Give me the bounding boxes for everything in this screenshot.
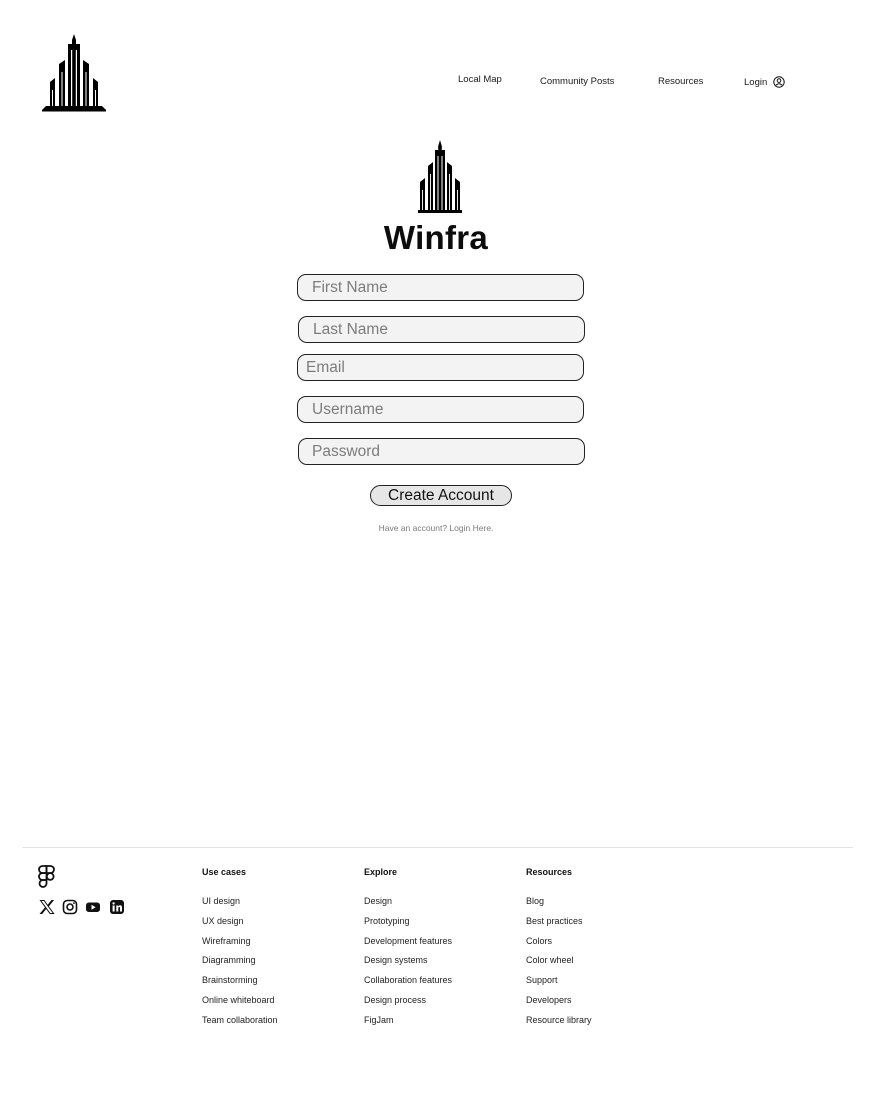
first-name-field[interactable] (297, 274, 584, 301)
brand-name: Winfra (383, 219, 489, 256)
youtube-icon[interactable] (85, 899, 101, 915)
username-field[interactable] (297, 396, 584, 423)
nav-login[interactable]: Login (744, 76, 785, 88)
footer-divider (22, 847, 853, 848)
skyscraper-logo-icon (418, 140, 462, 213)
footer-link[interactable]: UI design (202, 896, 278, 916)
create-account-button[interactable]: Create Account (370, 485, 512, 506)
instagram-icon[interactable] (62, 899, 78, 915)
nav-local-map[interactable]: Local Map (458, 74, 502, 85)
last-name-field[interactable] (298, 316, 585, 343)
footer-link[interactable]: Diagramming (202, 955, 278, 975)
footer-link[interactable]: Team collaboration (202, 1015, 278, 1035)
footer-link[interactable]: Blog (526, 896, 592, 916)
email-field[interactable] (297, 354, 584, 381)
login-here-link[interactable]: Have an account? Login Here. (0, 523, 872, 533)
footer-column-resources: Resources Blog Best practices Colors Col… (526, 867, 592, 1035)
footer-link[interactable]: Brainstorming (202, 975, 278, 995)
footer-link[interactable]: Wireframing (202, 936, 278, 956)
footer-link[interactable]: UX design (202, 916, 278, 936)
skyscraper-logo-icon[interactable] (42, 34, 106, 112)
footer-link[interactable]: FigJam (364, 1015, 452, 1035)
footer-column-title: Use cases (202, 867, 247, 877)
footer-link[interactable]: Prototyping (364, 916, 452, 936)
top-nav: Local Map Community Posts Resources Logi… (0, 74, 872, 90)
footer-link[interactable]: Collaboration features (364, 975, 452, 995)
footer-column-use-cases: Use cases UI design UX design Wireframin… (202, 867, 278, 1035)
linkedin-icon[interactable] (109, 899, 125, 915)
password-field[interactable] (298, 438, 585, 465)
footer-link[interactable]: Colors (526, 936, 592, 956)
footer-link[interactable]: Design (364, 896, 452, 916)
nav-login-label: Login (744, 76, 768, 88)
footer-column-title: Resources (526, 867, 573, 877)
footer-link[interactable]: Support (526, 975, 592, 995)
user-circle-icon (773, 76, 785, 88)
footer-link[interactable]: Development features (364, 936, 452, 956)
footer-link[interactable]: Color wheel (526, 955, 592, 975)
nav-resources[interactable]: Resources (658, 76, 703, 87)
figma-logo-icon[interactable] (38, 865, 55, 888)
footer-link[interactable]: Online whiteboard (202, 995, 278, 1015)
footer-link[interactable]: Resource library (526, 1015, 592, 1035)
footer-link[interactable]: Best practices (526, 916, 592, 936)
footer-link[interactable]: Developers (526, 995, 592, 1015)
nav-community-posts[interactable]: Community Posts (540, 76, 614, 87)
x-icon[interactable] (39, 899, 55, 915)
footer-link[interactable]: Design systems (364, 955, 452, 975)
footer-column-title: Explore (364, 867, 398, 877)
footer-link[interactable]: Design process (364, 995, 452, 1015)
footer-column-explore: Explore Design Prototyping Development f… (364, 867, 452, 1035)
